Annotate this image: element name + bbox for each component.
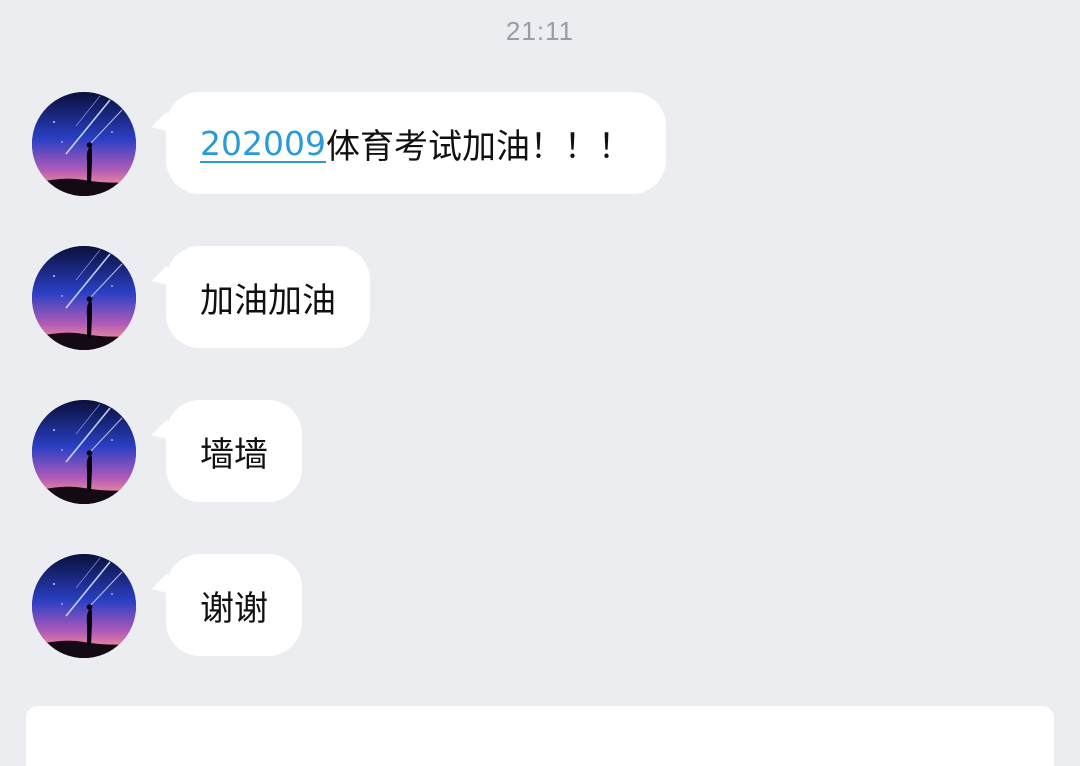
avatar-starry-night-icon	[32, 92, 136, 196]
avatar-starry-night-icon	[32, 554, 136, 658]
message-bubble[interactable]: 墙墙	[166, 400, 302, 502]
avatar[interactable]	[32, 554, 136, 658]
message-text: 谢谢	[200, 588, 268, 629]
message-link[interactable]: 202009	[200, 124, 326, 163]
input-bar[interactable]	[26, 706, 1054, 766]
avatar[interactable]	[32, 400, 136, 504]
message-text: 墙墙	[200, 434, 268, 475]
message-text: 体育考试加油！！！	[325, 126, 632, 167]
message-bubble[interactable]: 谢谢	[166, 554, 302, 656]
avatar[interactable]	[32, 246, 136, 350]
message-bubble[interactable]: 202009 体育考试加油！！！	[166, 92, 666, 194]
message-text: 加油加油	[200, 280, 336, 321]
avatar-starry-night-icon	[32, 400, 136, 504]
message-bubble[interactable]: 加油加油	[166, 246, 370, 348]
avatar-starry-night-icon	[32, 246, 136, 350]
chat-timestamp: 21:11	[505, 16, 575, 46]
avatar[interactable]	[32, 92, 136, 196]
